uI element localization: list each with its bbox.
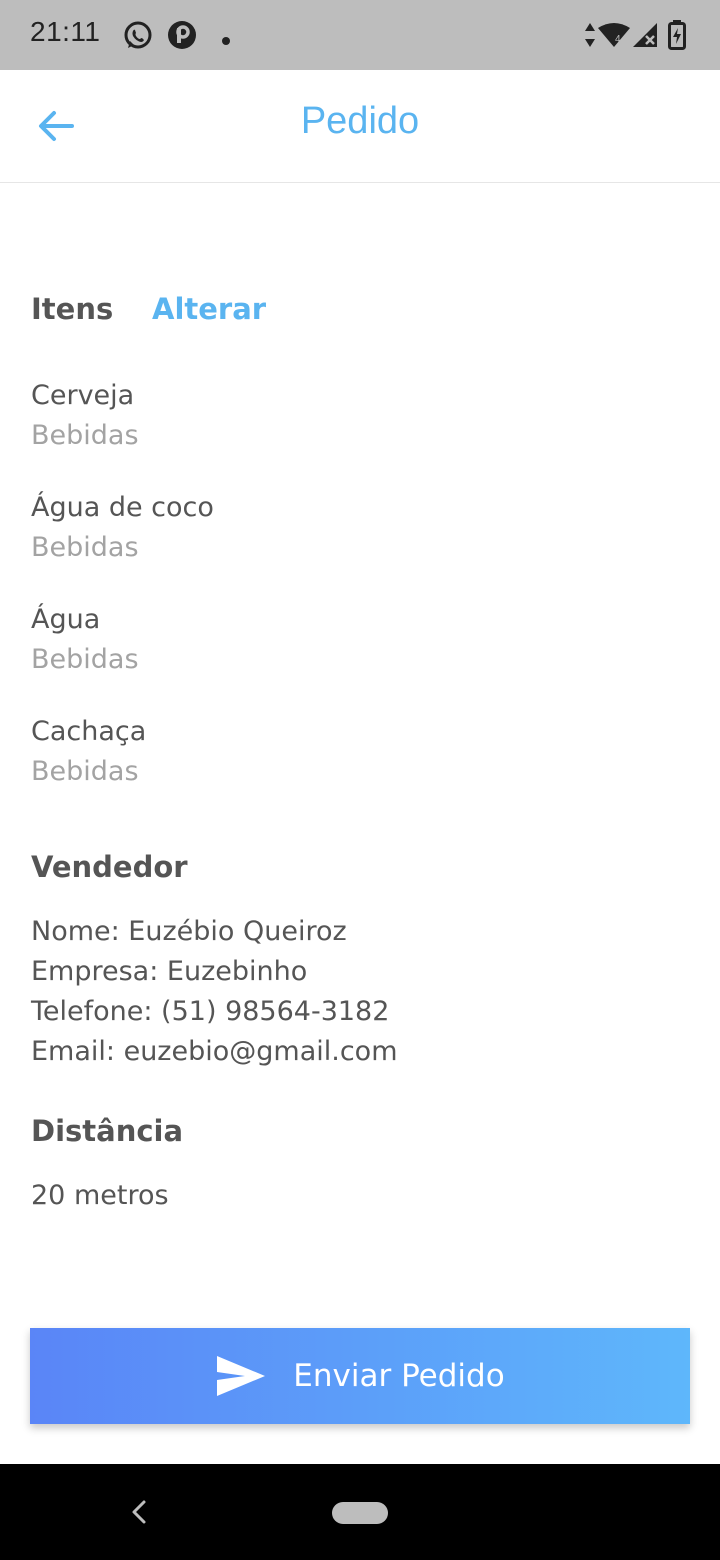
list-item: Água Bebidas [31,600,139,680]
edit-items-link[interactable]: Alterar [152,292,266,326]
data-arrows-icon [584,22,596,52]
page-title: Pedido [300,100,420,142]
vendor-info: Nome: Euzébio Queiroz Empresa: Euzebinho… [31,912,398,1072]
status-bar: 21:11 4 [0,0,720,70]
send-order-label: Enviar Pedido [293,1358,505,1394]
whatsapp-icon [122,20,154,56]
wifi-icon: 4 [597,22,631,52]
items-section-title: Itens [31,292,114,326]
item-category: Bebidas [31,420,139,451]
vendor-section-title: Vendedor [31,850,188,884]
vendor-phone: Telefone: (51) 98564-3182 [31,996,390,1027]
vendor-name: Nome: Euzébio Queiroz [31,916,347,947]
item-name: Cachaça [31,716,147,747]
item-name: Água [31,604,101,635]
distance-section-title: Distância [31,1114,184,1148]
item-category: Bebidas [31,756,139,787]
svg-text:4: 4 [615,34,621,45]
list-item: Água de coco Bebidas [31,488,214,568]
signal-icon [632,22,658,52]
item-category: Bebidas [31,644,139,675]
nav-back-icon[interactable] [124,1494,154,1530]
send-order-button[interactable]: Enviar Pedido [30,1328,690,1424]
vendor-company: Empresa: Euzebinho [31,956,308,987]
vendor-email: Email: euzebio@gmail.com [31,1036,398,1067]
item-category: Bebidas [31,532,139,563]
app-bar: Pedido [0,70,720,183]
nav-home-pill[interactable] [332,1502,388,1524]
system-nav-bar [0,1464,720,1560]
distance-value: 20 metros [31,1180,169,1211]
list-item: Cachaça Bebidas [31,712,146,792]
item-name: Cerveja [31,380,135,411]
notification-dot-icon [221,31,231,50]
status-time: 21:11 [30,16,101,47]
pinterest-icon [167,20,197,54]
list-item: Cerveja Bebidas [31,376,139,456]
item-name: Água de coco [31,492,214,523]
send-icon [215,1354,267,1398]
battery-charging-icon [668,20,686,54]
